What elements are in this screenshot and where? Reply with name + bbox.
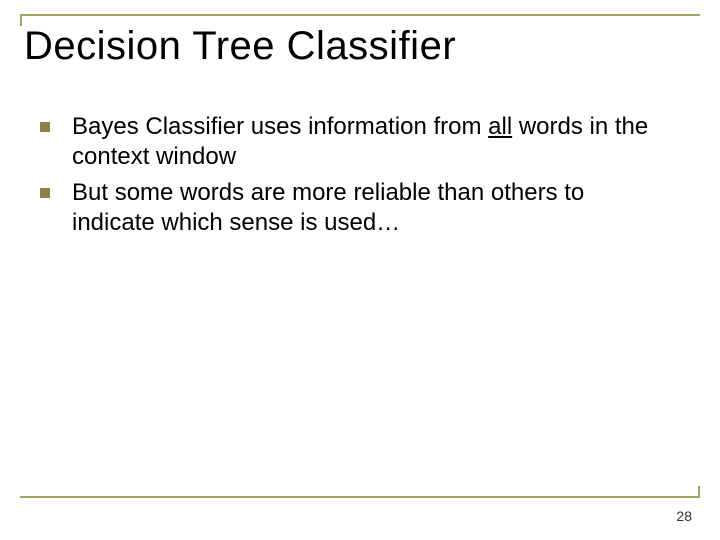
square-bullet-icon [40,188,50,198]
slide: Decision Tree Classifier Bayes Classifie… [0,0,720,540]
bottom-rule [20,496,700,498]
page-number: 28 [676,508,692,524]
slide-body: Bayes Classifier uses information from a… [40,112,672,244]
top-rule-tick [20,14,22,26]
top-rule [20,14,700,16]
bottom-rule-tick [698,486,700,498]
list-item: Bayes Classifier uses information from a… [40,112,672,172]
bullet-text: Bayes Classifier uses information from a… [72,112,672,172]
slide-title: Decision Tree Classifier [24,24,456,69]
bullet-text: But some words are more reliable than ot… [72,178,672,238]
bullet-text-pre: Bayes Classifier uses information from [72,113,488,140]
bullet-text-underlined: all [488,113,512,140]
list-item: But some words are more reliable than ot… [40,178,672,238]
bullet-text-pre: But some words are more reliable than ot… [72,179,584,236]
square-bullet-icon [40,122,50,132]
